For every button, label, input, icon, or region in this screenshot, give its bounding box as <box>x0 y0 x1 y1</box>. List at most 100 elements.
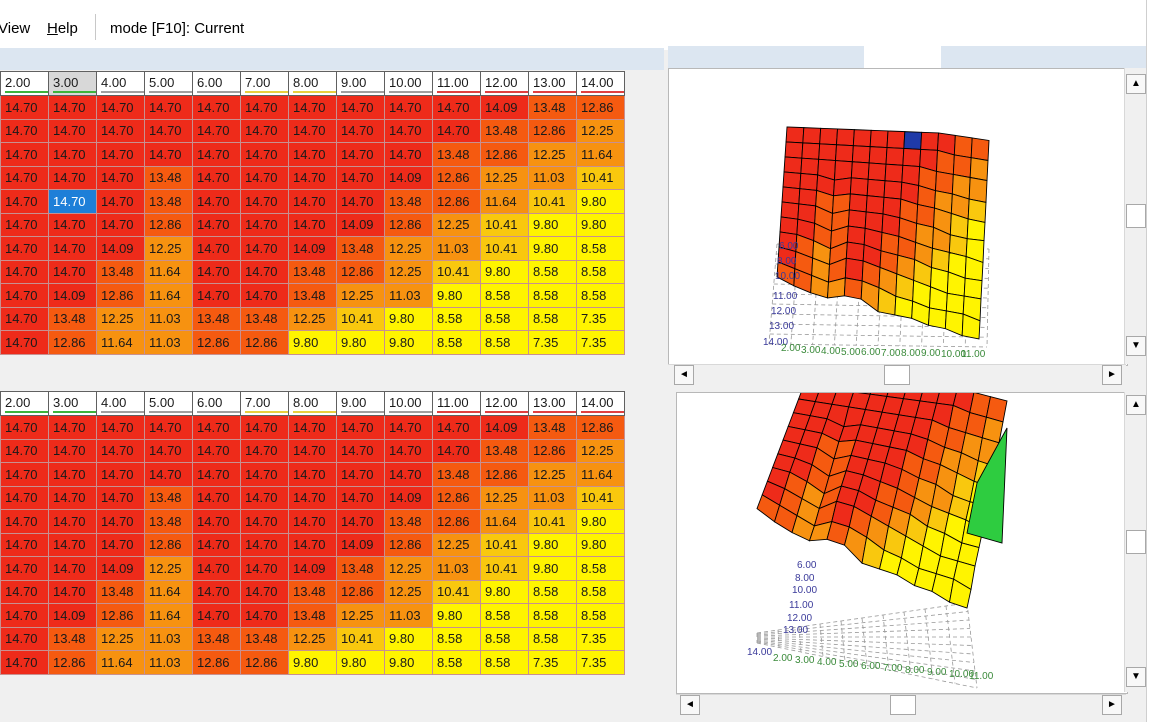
table-cell[interactable]: 12.25 <box>432 532 481 557</box>
table-cell[interactable]: 11.64 <box>144 603 193 628</box>
table-cell[interactable]: 13.48 <box>384 509 433 534</box>
table-cell[interactable]: 14.70 <box>240 95 289 120</box>
table-cell[interactable]: 13.48 <box>288 603 337 628</box>
table-cell[interactable]: 14.70 <box>336 142 385 167</box>
table-cell[interactable]: 10.41 <box>480 212 529 237</box>
table-cell[interactable]: 12.86 <box>240 330 289 355</box>
table-cell[interactable]: 14.70 <box>192 509 241 534</box>
table-cell[interactable]: 8.58 <box>432 650 481 675</box>
table-cell[interactable]: 14.70 <box>0 165 49 190</box>
table-cell[interactable]: 13.48 <box>144 189 193 214</box>
table-cell[interactable]: 8.58 <box>576 603 625 628</box>
column-header[interactable]: 3.00 <box>48 71 97 96</box>
table-cell[interactable]: 12.25 <box>288 306 337 331</box>
table-cell[interactable]: 14.70 <box>240 118 289 143</box>
table-cell[interactable]: 12.25 <box>576 438 625 463</box>
plot-bottom-hscroll[interactable]: ◄ ► <box>676 694 1126 715</box>
table-cell[interactable]: 10.41 <box>576 485 625 510</box>
table-cell[interactable]: 14.70 <box>384 438 433 463</box>
table-cell[interactable]: 9.80 <box>288 330 337 355</box>
table-cell[interactable]: 14.09 <box>336 532 385 557</box>
table-cell[interactable]: 14.70 <box>96 212 145 237</box>
table-cell[interactable]: 11.64 <box>144 579 193 604</box>
table-cell[interactable]: 14.70 <box>240 236 289 261</box>
table-cell[interactable]: 14.70 <box>48 259 97 284</box>
table-cell[interactable]: 8.58 <box>480 306 529 331</box>
table-cell[interactable]: 14.70 <box>48 189 97 214</box>
table-cell[interactable]: 13.48 <box>384 189 433 214</box>
table-cell[interactable]: 14.70 <box>288 142 337 167</box>
table-cell[interactable]: 14.70 <box>48 212 97 237</box>
table-cell[interactable]: 14.70 <box>144 415 193 440</box>
table-cell[interactable]: 14.70 <box>288 118 337 143</box>
column-header[interactable]: 2.00 <box>0 391 49 416</box>
table-cell[interactable]: 14.70 <box>96 142 145 167</box>
table-cell[interactable]: 14.70 <box>336 189 385 214</box>
table-cell[interactable]: 13.48 <box>48 306 97 331</box>
table-cell[interactable]: 9.80 <box>336 330 385 355</box>
plot-top-scroll-up-button[interactable]: ▲ <box>1126 74 1146 94</box>
table-cell[interactable]: 12.86 <box>48 330 97 355</box>
table-cell[interactable]: 14.70 <box>48 438 97 463</box>
table-cell[interactable]: 12.25 <box>384 579 433 604</box>
table-cell[interactable]: 14.70 <box>384 462 433 487</box>
table-cell[interactable]: 14.70 <box>288 532 337 557</box>
table-cell[interactable]: 14.70 <box>240 165 289 190</box>
table-cell[interactable]: 11.03 <box>432 236 481 261</box>
column-header[interactable]: 7.00 <box>240 71 289 96</box>
table-cell[interactable]: 12.86 <box>576 95 625 120</box>
table-cell[interactable]: 14.70 <box>96 485 145 510</box>
table-cell[interactable]: 14.70 <box>288 462 337 487</box>
table-cell[interactable]: 14.70 <box>48 509 97 534</box>
table-cell[interactable]: 8.58 <box>528 283 577 308</box>
table-cell[interactable]: 8.58 <box>528 306 577 331</box>
table-cell[interactable]: 12.86 <box>192 650 241 675</box>
table-cell[interactable]: 14.70 <box>432 95 481 120</box>
table-cell[interactable]: 12.25 <box>432 212 481 237</box>
plot-bottom-vscroll-thumb[interactable] <box>1126 530 1146 554</box>
table-cell[interactable]: 14.70 <box>0 236 49 261</box>
column-header[interactable]: 14.00 <box>576 71 625 96</box>
table-cell[interactable]: 11.03 <box>384 283 433 308</box>
table-cell[interactable]: 12.86 <box>432 189 481 214</box>
table-cell[interactable]: 14.09 <box>336 212 385 237</box>
table-cell[interactable]: 9.80 <box>576 212 625 237</box>
table-cell[interactable]: 14.70 <box>96 415 145 440</box>
table-cell[interactable]: 14.70 <box>192 236 241 261</box>
table-cell[interactable]: 14.70 <box>0 189 49 214</box>
table-cell[interactable]: 14.70 <box>0 212 49 237</box>
table-cell[interactable]: 12.86 <box>96 603 145 628</box>
table-cell[interactable]: 14.70 <box>48 236 97 261</box>
table-cell[interactable]: 12.25 <box>336 603 385 628</box>
column-header[interactable]: 12.00 <box>480 391 529 416</box>
column-header[interactable]: 4.00 <box>96 391 145 416</box>
table-cell[interactable]: 7.35 <box>576 626 625 651</box>
table-cell[interactable]: 10.41 <box>528 189 577 214</box>
table-cell[interactable]: 7.35 <box>576 306 625 331</box>
table-cell[interactable]: 14.09 <box>384 165 433 190</box>
table-cell[interactable]: 8.58 <box>576 259 625 284</box>
column-header[interactable]: 5.00 <box>144 71 193 96</box>
plot-top-hscroll[interactable]: ◄ ► <box>668 364 1126 385</box>
table-cell[interactable]: 14.70 <box>240 485 289 510</box>
table-cell[interactable]: 14.70 <box>144 118 193 143</box>
table-cell[interactable]: 14.70 <box>192 415 241 440</box>
table-cell[interactable]: 11.03 <box>144 330 193 355</box>
table-cell[interactable]: 14.70 <box>384 118 433 143</box>
surface-plot-bottom[interactable]: 6.00 8.00 10.00 11.00 12.00 13.00 14.00 2.00 3.0… <box>676 371 1128 694</box>
table-cell[interactable]: 14.70 <box>0 283 49 308</box>
table-cell[interactable]: 8.58 <box>480 650 529 675</box>
table-cell[interactable]: 14.70 <box>288 95 337 120</box>
table-cell[interactable]: 13.48 <box>528 415 577 440</box>
table-cell[interactable]: 12.86 <box>432 485 481 510</box>
table-cell[interactable]: 9.80 <box>336 650 385 675</box>
table-cell[interactable]: 12.25 <box>528 462 577 487</box>
table-cell[interactable]: 8.58 <box>528 603 577 628</box>
table-cell[interactable]: 14.70 <box>240 212 289 237</box>
table-cell[interactable]: 14.70 <box>192 556 241 581</box>
table-cell[interactable]: 8.58 <box>528 579 577 604</box>
table-cell[interactable]: 12.86 <box>384 212 433 237</box>
table-cell[interactable]: 9.80 <box>384 626 433 651</box>
table-cell[interactable]: 14.70 <box>0 415 49 440</box>
table-cell[interactable]: 8.58 <box>480 626 529 651</box>
